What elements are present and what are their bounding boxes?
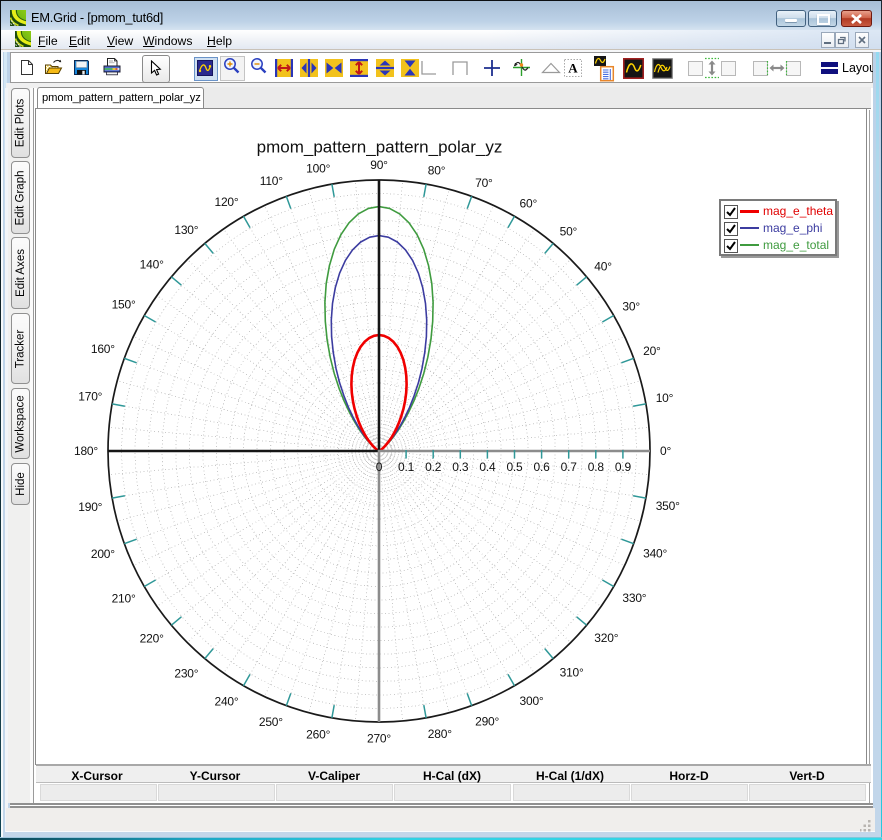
svg-text:280°: 280° — [428, 727, 452, 741]
svg-text:110°: 110° — [260, 174, 284, 188]
svg-text:310°: 310° — [560, 666, 584, 680]
svg-text:220°: 220° — [140, 632, 164, 646]
svg-text:0.9: 0.9 — [615, 460, 632, 474]
svg-text:30°: 30° — [622, 300, 640, 314]
svg-text:0.7: 0.7 — [561, 460, 578, 474]
svg-text:160°: 160° — [91, 342, 115, 356]
svg-text:pmom_pattern_pattern_polar_yz: pmom_pattern_pattern_polar_yz — [257, 138, 503, 157]
svg-text:10°: 10° — [656, 391, 674, 405]
svg-text:320°: 320° — [594, 631, 618, 645]
svg-text:A: A — [568, 61, 578, 76]
svg-text:260°: 260° — [306, 728, 330, 742]
svg-text:0.6: 0.6 — [534, 460, 551, 474]
svg-text:190°: 190° — [78, 500, 102, 514]
svg-text:230°: 230° — [174, 666, 198, 680]
svg-text:20°: 20° — [643, 344, 661, 358]
svg-text:200°: 200° — [91, 547, 115, 561]
svg-text:0.3: 0.3 — [452, 460, 469, 474]
svg-text:350°: 350° — [656, 499, 680, 513]
svg-text:150°: 150° — [112, 298, 136, 312]
svg-text:240°: 240° — [214, 694, 238, 708]
svg-text:340°: 340° — [643, 547, 667, 561]
svg-text:120°: 120° — [214, 195, 238, 209]
svg-text:100°: 100° — [306, 162, 330, 176]
svg-text:330°: 330° — [622, 591, 646, 605]
svg-text:290°: 290° — [475, 715, 499, 729]
svg-text:50°: 50° — [560, 225, 578, 239]
svg-text:90°: 90° — [370, 158, 388, 172]
svg-text:0°: 0° — [660, 444, 671, 458]
svg-text:0.1: 0.1 — [398, 460, 415, 474]
svg-text:0.4: 0.4 — [479, 460, 496, 474]
svg-text:0.5: 0.5 — [506, 460, 523, 474]
svg-text:180°: 180° — [74, 444, 98, 458]
svg-text:300°: 300° — [520, 694, 544, 708]
svg-text:70°: 70° — [475, 176, 493, 190]
svg-text:210°: 210° — [112, 592, 136, 606]
svg-text:0: 0 — [376, 460, 383, 474]
svg-text:80°: 80° — [428, 163, 446, 177]
svg-text:0.8: 0.8 — [588, 460, 605, 474]
svg-text:130°: 130° — [174, 223, 198, 237]
svg-text:170°: 170° — [78, 389, 102, 403]
svg-text:270°: 270° — [367, 731, 391, 745]
svg-text:0.2: 0.2 — [425, 460, 442, 474]
svg-text:140°: 140° — [140, 258, 164, 272]
svg-text:250°: 250° — [259, 715, 283, 729]
svg-text:40°: 40° — [594, 259, 612, 273]
svg-text:60°: 60° — [520, 197, 538, 211]
